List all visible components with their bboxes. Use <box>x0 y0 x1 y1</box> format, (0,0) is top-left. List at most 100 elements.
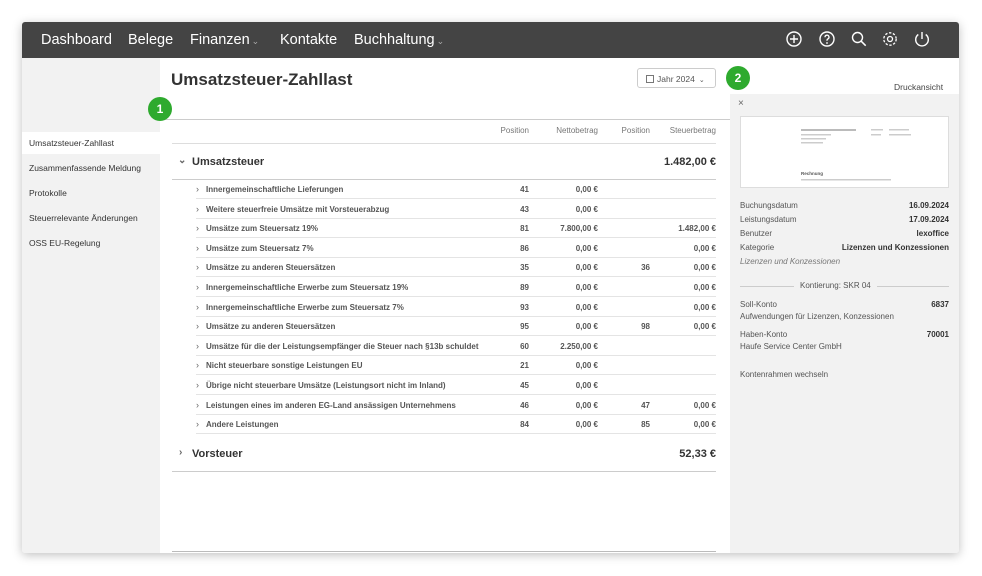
row-position: 35 <box>520 263 529 273</box>
chevron-right-icon: › <box>196 380 199 390</box>
table-row[interactable]: › Umsätze für die der Leistungsempfänger … <box>160 337 730 356</box>
table-row[interactable]: › Innergemeinschaftliche Erwerbe zum Steu… <box>160 278 730 297</box>
row-label: Umsätze zu anderen Steuersätzen <box>206 322 336 332</box>
chevron-right-icon: › <box>196 340 199 351</box>
main-content: Umsatzsteuer-Zahllast Jahr 2024 ⌄ 2 Druck… <box>160 58 943 553</box>
table-row[interactable]: › Umsätze zum Steuersatz 7% 86 0,00 € 0,00 € <box>160 239 730 258</box>
row-nettobetrag: 7.800,00 € <box>560 224 598 234</box>
chevron-right-icon: › <box>179 447 183 458</box>
row-position: 89 <box>520 283 529 292</box>
page-title: Umsatzsteuer-Zahllast <box>171 70 353 89</box>
kontierung-label: Kontierung: SKR 04 <box>794 281 877 290</box>
table-row[interactable]: › Leistungen eines im anderen EG-Land ans… <box>160 396 730 415</box>
document-thumbnail: Rechnung <box>801 129 911 181</box>
calendar-icon <box>646 75 654 83</box>
print-view-link[interactable]: Druckansicht <box>894 82 943 92</box>
sidebar-item-protokolle[interactable]: Protokolle <box>29 188 67 198</box>
annotation-badge-1: 1 <box>148 97 172 121</box>
detail-label: Leistungsdatum <box>740 215 797 224</box>
row-steuerbetrag: 0,00 € <box>693 400 716 410</box>
header-divider <box>160 119 730 120</box>
chevron-down-icon: ⌄ <box>251 36 260 46</box>
sidebar-item-umsatzsteuer-zahllast[interactable]: Umsatzsteuer-Zahllast <box>29 138 114 148</box>
chevron-right-icon: › <box>196 419 199 430</box>
search-icon[interactable] <box>850 30 868 48</box>
section-total: 1.482,00 € <box>664 156 716 168</box>
row-nettobetrag: 2.250,00 € <box>560 341 598 351</box>
chevron-right-icon: › <box>196 242 199 253</box>
year-dropdown[interactable]: Jahr 2024 ⌄ <box>637 68 716 88</box>
row-steuerbetrag: 1.482,00 € <box>678 224 716 234</box>
row-position: 41 <box>520 185 529 194</box>
table-row[interactable]: › Andere Leistungen 84 0,00 €85 0,00 € <box>160 415 730 435</box>
chevron-down-icon: ⌄ <box>178 155 187 166</box>
row-position: 46 <box>520 400 529 410</box>
chevron-down-icon: ⌄ <box>436 36 445 46</box>
annotation-badge-2: 2 <box>726 66 750 90</box>
table-row[interactable]: › Umsätze zu anderen Steuersätzen 35 0,00 €… <box>160 258 730 278</box>
nav-buchhaltung[interactable]: Buchhaltung ⌄ <box>354 22 444 58</box>
chevron-right-icon: › <box>196 203 199 214</box>
row-divider <box>196 433 716 435</box>
total-divider <box>172 551 716 552</box>
close-icon[interactable]: × <box>738 98 744 109</box>
row-position: 60 <box>520 341 529 351</box>
section-label: Vorsteuer <box>192 448 243 460</box>
table-row[interactable]: › Umsätze zu anderen Steuersätzen 95 0,00 €… <box>160 317 730 337</box>
soll-konto-description: Aufwendungen für Lizenzen, Konzessionen <box>740 312 894 321</box>
plus-circle-icon[interactable] <box>785 30 803 48</box>
chevron-right-icon: › <box>196 360 199 371</box>
row-nettobetrag: 0,00 € <box>575 322 598 332</box>
table-row[interactable]: › Nicht steuerbare sonstige Leistungen EU… <box>160 356 730 376</box>
sidebar-item-oss-eu-regelung[interactable]: OSS EU-Regelung <box>29 238 100 248</box>
detail-label: Kategorie <box>740 243 775 252</box>
row-nettobetrag: 0,00 € <box>575 263 598 273</box>
row-label: Innergemeinschaftliche Lieferungen <box>206 185 344 194</box>
power-icon[interactable] <box>913 30 931 48</box>
row-label: Umsätze zum Steuersatz 19% <box>206 224 319 234</box>
row-label: Innergemeinschaftliche Erwerbe zum Steue… <box>206 302 404 312</box>
detail-label: Benutzer <box>740 229 773 238</box>
row-label: Umsätze zu anderen Steuersätzen <box>206 263 336 273</box>
detail-value: 16.09.2024 <box>908 201 949 210</box>
chevron-right-icon: › <box>196 223 199 234</box>
sidebar-item-steuerrelevante-aenderungen[interactable]: Steuerrelevante Änderungen <box>29 213 138 223</box>
nav-dashboard[interactable]: Dashboard <box>41 22 112 58</box>
table-header-divider <box>172 143 716 144</box>
chevron-right-icon: › <box>196 282 199 292</box>
settings-icon[interactable] <box>881 30 899 48</box>
help-icon[interactable] <box>818 30 836 48</box>
row-position: 21 <box>520 361 529 371</box>
row-position: 81 <box>520 224 529 234</box>
document-preview[interactable]: Rechnung <box>740 116 949 188</box>
table-row[interactable]: › Innergemeinschaftliche Lieferungen 41 0,0… <box>160 180 730 199</box>
row-label: Weitere steuerfreie Umsätze mit Vorsteue… <box>206 204 390 214</box>
nav-kontakte[interactable]: Kontakte <box>280 22 337 58</box>
row-label: Nicht steuerbare sonstige Leistungen EU <box>206 361 363 371</box>
chevron-right-icon: › <box>196 321 199 332</box>
haben-konto-label: Haben-Konto <box>740 330 788 339</box>
nav-finanzen[interactable]: Finanzen ⌄ <box>190 22 259 58</box>
haben-konto-value: 70001 <box>926 330 949 339</box>
sidebar-item-zusammenfassende-meldung[interactable]: Zusammenfassende Meldung <box>29 163 141 173</box>
table-row[interactable]: › Innergemeinschaftliche Erwerbe zum Steu… <box>160 298 730 317</box>
column-header-steuerbetrag: Steuerbetrag <box>669 126 716 135</box>
row-label: Andere Leistungen <box>206 420 279 430</box>
kontenrahmen-wechseln-link[interactable]: Kontenrahmen wechseln <box>740 370 828 379</box>
row-nettobetrag: 0,00 € <box>575 381 598 390</box>
chevron-right-icon: › <box>196 184 199 194</box>
table-row[interactable]: › Weitere steuerfreie Umsätze mit Vorsteu… <box>160 200 730 219</box>
row-label: Umsätze zum Steuersatz 7% <box>206 243 314 253</box>
table-row[interactable]: › Umsätze zum Steuersatz 19% 81 7.800,00 € 1… <box>160 219 730 239</box>
nav-belege[interactable]: Belege <box>128 22 173 58</box>
row-nettobetrag: 0,00 € <box>575 420 598 430</box>
row-label: Übrige nicht steuerbare Umsätze (Leistun… <box>206 381 446 390</box>
row-steuerbetrag: 0,00 € <box>693 420 716 430</box>
row-steuerbetrag: 0,00 € <box>693 322 716 332</box>
sidebar: Umsatzsteuer-Zahllast Zusammenfassende M… <box>22 58 160 553</box>
category-note: Lizenzen und Konzessionen <box>740 257 841 266</box>
detail-value: Lizenzen und Konzessionen <box>841 243 949 252</box>
chevron-right-icon: › <box>196 399 199 410</box>
table-row[interactable]: › Übrige nicht steuerbare Umsätze (Leistu… <box>160 376 730 395</box>
chevron-down-icon: ⌄ <box>698 77 705 84</box>
